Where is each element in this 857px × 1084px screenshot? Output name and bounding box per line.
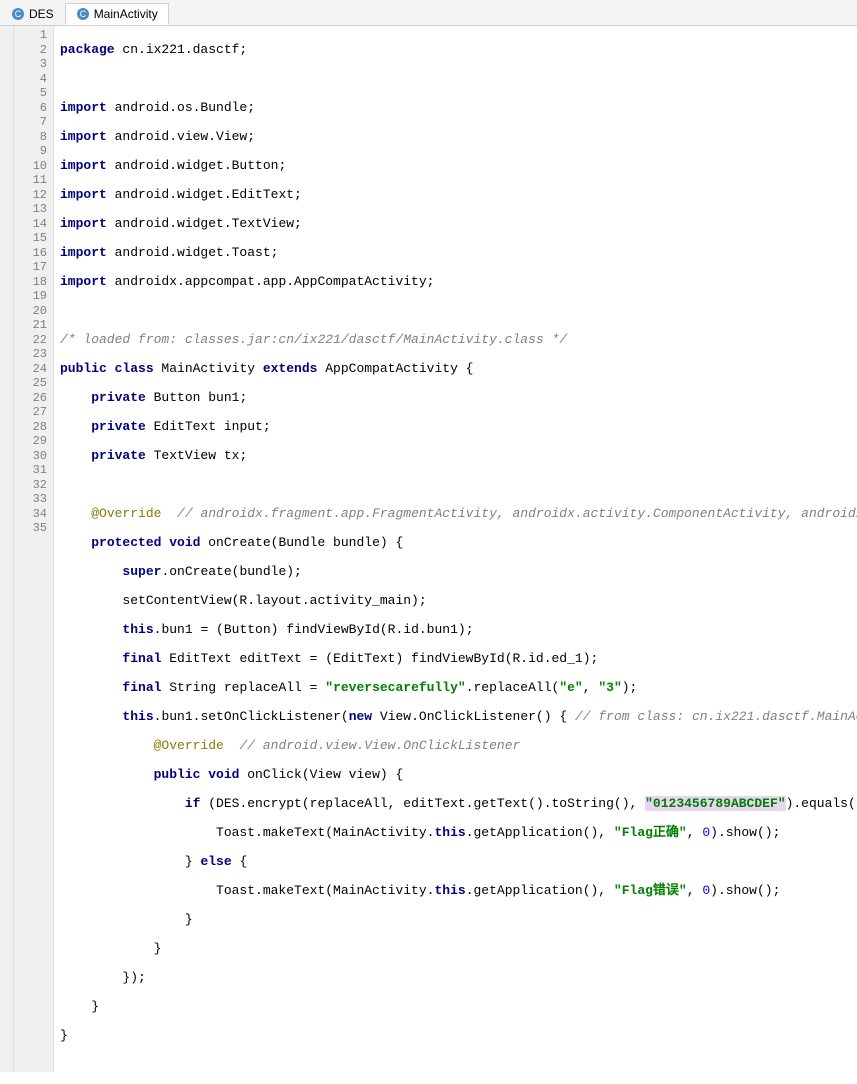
line-gutter: 1 2 3 4 5 6 7 8 9 10 11 12 13 14 15 16 1… [14,26,54,1072]
line-number: 31 [14,463,47,478]
code-line: } [60,913,857,928]
editor: 1 2 3 4 5 6 7 8 9 10 11 12 13 14 15 16 1… [0,26,857,1072]
line-number: 18 [14,275,47,290]
tab-mainactivity[interactable]: C MainActivity [65,3,169,25]
line-number: 28 [14,420,47,435]
code-line: import android.widget.Toast; [60,246,857,261]
line-number: 2 [14,43,47,58]
code-line: private TextView tx; [60,449,857,464]
code-line: public class MainActivity extends AppCom… [60,362,857,377]
line-number: 26 [14,391,47,406]
code-line: }); [60,971,857,986]
line-number: 1 [14,28,47,43]
line-number: 13 [14,202,47,217]
code-line: import android.os.Bundle; [60,101,857,116]
code-line [60,478,857,493]
code-line: final EditText editText = (EditText) fin… [60,652,857,667]
code-line: import android.view.View; [60,130,857,145]
line-number: 4 [14,72,47,87]
line-number: 7 [14,115,47,130]
code-line: } [60,1029,857,1044]
code-line: } [60,1000,857,1015]
line-number: 6 [14,101,47,116]
code-line: protected void onCreate(Bundle bundle) { [60,536,857,551]
tab-label: DES [29,7,54,21]
line-number: 19 [14,289,47,304]
line-number: 33 [14,492,47,507]
line-number: 35 [14,521,47,536]
line-number: 24 [14,362,47,377]
line-number: 25 [14,376,47,391]
code-area[interactable]: package cn.ix221.dasctf; import android.… [54,26,857,1072]
line-number: 14 [14,217,47,232]
line-number: 16 [14,246,47,261]
line-number: 9 [14,144,47,159]
breakpoint-gutter[interactable] [0,26,14,1072]
code-line [60,72,857,87]
class-icon: C [11,7,25,21]
code-line: import androidx.appcompat.app.AppCompatA… [60,275,857,290]
line-number: 8 [14,130,47,145]
code-line: setContentView(R.layout.activity_main); [60,594,857,609]
line-number: 21 [14,318,47,333]
line-number: 5 [14,86,47,101]
code-line: final String replaceAll = "reversecarefu… [60,681,857,696]
code-line: Toast.makeText(MainActivity.this.getAppl… [60,884,857,899]
line-number: 30 [14,449,47,464]
code-line [60,304,857,319]
code-line: Toast.makeText(MainActivity.this.getAppl… [60,826,857,841]
line-number: 27 [14,405,47,420]
code-line: package cn.ix221.dasctf; [60,43,857,58]
code-line: this.bun1 = (Button) findViewById(R.id.b… [60,623,857,638]
code-line: /* loaded from: classes.jar:cn/ix221/das… [60,333,857,348]
tab-label: MainActivity [94,7,158,21]
code-line: public void onClick(View view) { [60,768,857,783]
code-line: } else { [60,855,857,870]
line-number: 15 [14,231,47,246]
class-icon: C [76,7,90,21]
svg-text:C: C [79,9,86,19]
code-line: private EditText input; [60,420,857,435]
tabs-bar: C DES C MainActivity [0,0,857,26]
code-line: private Button bun1; [60,391,857,406]
line-number: 12 [14,188,47,203]
svg-text:C: C [15,9,22,19]
line-number: 3 [14,57,47,72]
code-line: import android.widget.Button; [60,159,857,174]
line-number: 34 [14,507,47,522]
line-number: 29 [14,434,47,449]
code-line: super.onCreate(bundle); [60,565,857,580]
code-line: } [60,942,857,957]
code-line: @Override // androidx.fragment.app.Fragm… [60,507,857,522]
code-line: import android.widget.TextView; [60,217,857,232]
code-line: if (DES.encrypt(replaceAll, editText.get… [60,797,857,812]
line-number: 23 [14,347,47,362]
line-number: 11 [14,173,47,188]
tab-des[interactable]: C DES [0,3,65,25]
line-number: 22 [14,333,47,348]
line-number: 32 [14,478,47,493]
code-line: this.bun1.setOnClickListener(new View.On… [60,710,857,725]
line-number: 17 [14,260,47,275]
line-number: 10 [14,159,47,174]
code-line: @Override // android.view.View.OnClickLi… [60,739,857,754]
code-line: import android.widget.EditText; [60,188,857,203]
line-number: 20 [14,304,47,319]
